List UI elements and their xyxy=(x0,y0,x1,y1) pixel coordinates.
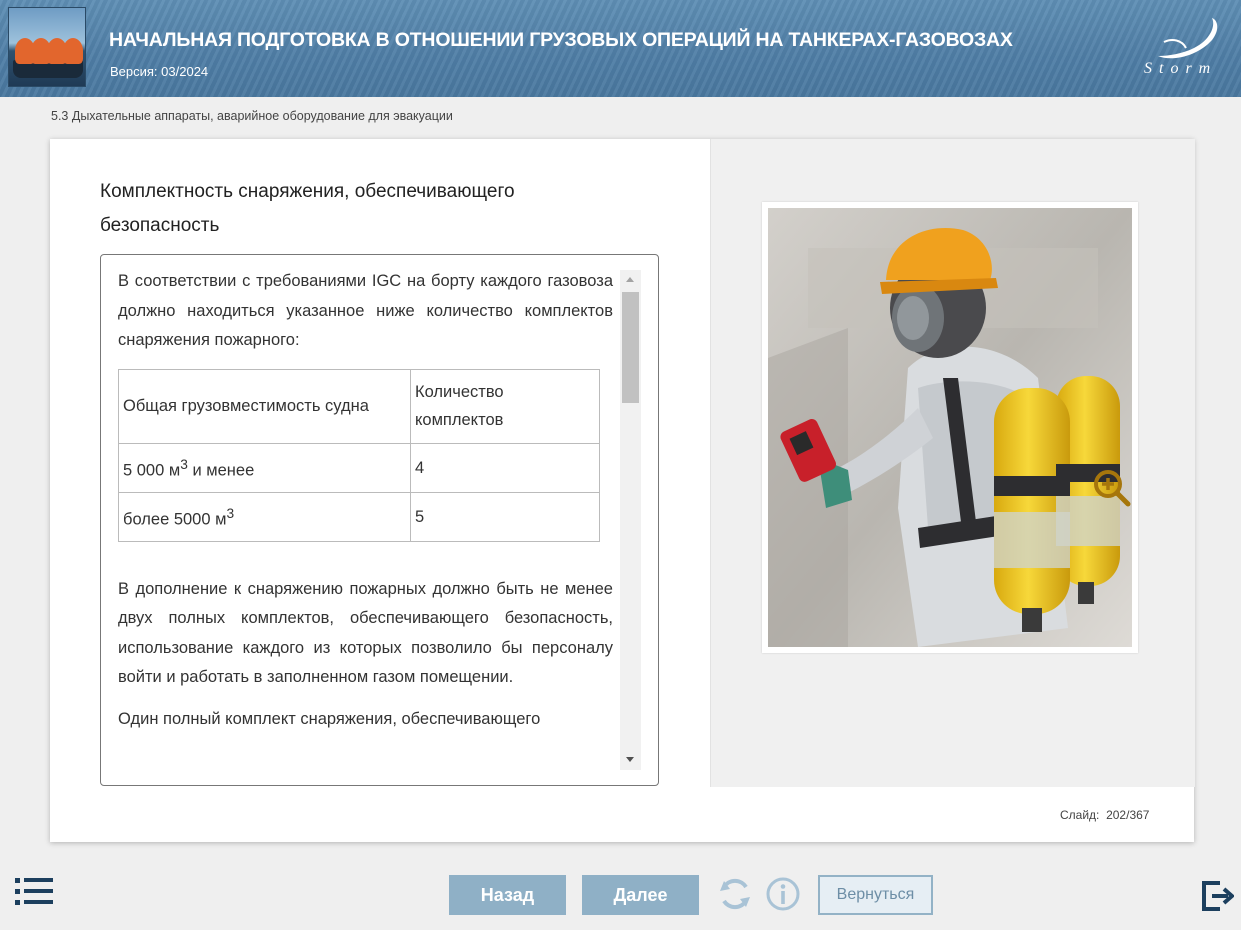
table-header-count: Количество комплектов xyxy=(410,368,600,444)
paragraph-3: Один полный комплект снаряжения, обеспеч… xyxy=(118,709,541,728)
slide-heading: Комплектность снаряжения, обеспечивающег… xyxy=(100,181,515,236)
breadcrumb: 5.3 Дыхательные аппараты, аварийное обор… xyxy=(51,109,453,123)
intro-paragraph: В соответствии с требованиями IGC на бор… xyxy=(118,272,613,349)
photo-frame[interactable] xyxy=(762,202,1138,653)
table-cell-count: 5 xyxy=(410,491,600,542)
zoom-in-icon[interactable] xyxy=(1092,468,1132,508)
table-row: 5 000 м3 и менее 4 xyxy=(118,442,600,493)
scroll-up-arrow-icon[interactable] xyxy=(626,277,634,282)
slide-card: Комплектность снаряжения, обеспечивающег… xyxy=(50,139,1195,842)
slide-counter: Слайд: 202/367 xyxy=(1060,808,1150,822)
menu-list-icon[interactable] xyxy=(15,878,53,906)
table-header-capacity: Общая грузовместимость судна xyxy=(118,368,411,444)
paragraph-2: В дополнение к снаряжению пожарных должн… xyxy=(118,579,613,687)
storm-logo-text: Storm xyxy=(1144,60,1218,77)
scrollbar-thumb[interactable] xyxy=(622,292,639,403)
table-row: более 5000 м3 5 xyxy=(118,491,600,542)
exit-icon[interactable] xyxy=(1200,879,1234,913)
back-button[interactable]: Назад xyxy=(449,875,566,915)
refresh-icon[interactable] xyxy=(716,875,754,913)
firefighter-photo[interactable] xyxy=(768,208,1132,647)
table-cell-count: 4 xyxy=(410,442,600,493)
vertical-scrollbar[interactable] xyxy=(620,270,641,770)
header-bar: НАЧАЛЬНАЯ ПОДГОТОВКА В ОТНОШЕНИИ ГРУЗОВЫ… xyxy=(0,0,1241,97)
table-header-row: Общая грузовместимость судна Количество … xyxy=(118,368,600,444)
kit-table: Общая грузовместимость судна Количество … xyxy=(118,368,600,542)
text-content: В соответствии с требованиями IGC на бор… xyxy=(118,267,613,734)
next-button[interactable]: Далее xyxy=(582,875,699,915)
course-version: Версия: 03/2024 xyxy=(110,64,209,79)
table-cell-capacity: более 5000 м3 xyxy=(118,491,411,542)
text-scroll-box[interactable]: В соответствии с требованиями IGC на бор… xyxy=(100,254,659,786)
info-icon[interactable] xyxy=(765,876,801,912)
return-button[interactable]: Вернуться xyxy=(818,875,933,915)
course-thumbnail xyxy=(8,7,86,87)
table-cell-capacity: 5 000 м3 и менее xyxy=(118,442,411,493)
scroll-down-arrow-icon[interactable] xyxy=(626,757,634,762)
course-title: НАЧАЛЬНАЯ ПОДГОТОВКА В ОТНОШЕНИИ ГРУЗОВЫ… xyxy=(109,29,1013,51)
